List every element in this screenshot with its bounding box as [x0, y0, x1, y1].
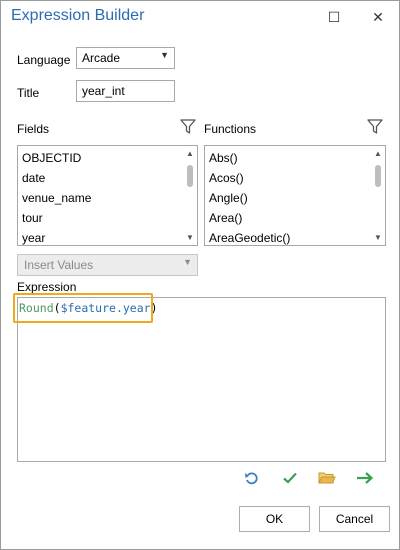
functions-list[interactable]: Abs() Acos() Angle() Area() AreaGeodetic…	[204, 145, 386, 246]
close-button[interactable]: ✕	[365, 5, 391, 29]
scroll-up-icon[interactable]: ▲	[372, 149, 384, 158]
fields-label: Fields	[17, 122, 50, 136]
functions-filter-icon[interactable]	[367, 119, 383, 135]
apply-button[interactable]	[354, 467, 376, 489]
apply-arrow-icon	[357, 472, 374, 484]
scroll-down-icon[interactable]: ▼	[372, 233, 384, 242]
chevron-down-icon: ▼	[183, 257, 192, 267]
scroll-thumb[interactable]	[375, 165, 381, 187]
verify-button[interactable]	[279, 467, 301, 489]
title-label: Title	[17, 86, 40, 100]
chevron-down-icon: ▼	[160, 50, 169, 60]
fields-scrollbar[interactable]: ▲ ▼	[184, 147, 196, 244]
language-dropdown[interactable]: Arcade ▼	[76, 47, 175, 69]
functions-scrollbar[interactable]: ▲ ▼	[372, 147, 384, 244]
ok-button[interactable]: OK	[239, 506, 310, 532]
list-item[interactable]: date	[18, 168, 197, 188]
open-folder-icon	[318, 472, 336, 484]
insert-values-dropdown[interactable]: Insert Values ▼	[17, 254, 198, 276]
undo-button[interactable]	[241, 467, 263, 489]
list-item[interactable]: tour	[18, 208, 197, 228]
maximize-button[interactable]: ☐	[321, 5, 347, 29]
close-icon: ✕	[372, 8, 384, 25]
insert-values-label: Insert Values	[24, 258, 94, 272]
expression-label: Expression	[17, 280, 77, 294]
language-value: Arcade	[82, 51, 121, 65]
cancel-button[interactable]: Cancel	[319, 506, 390, 532]
title-input[interactable]: year_int	[76, 80, 175, 102]
list-item[interactable]: Acos()	[205, 168, 385, 188]
scroll-down-icon[interactable]: ▼	[184, 233, 196, 242]
scroll-thumb[interactable]	[187, 165, 193, 187]
list-item[interactable]: venue_name	[18, 188, 197, 208]
undo-icon	[245, 472, 258, 485]
list-item[interactable]: Area()	[205, 208, 385, 228]
dialog-title: Expression Builder	[11, 7, 145, 24]
expression-highlight	[13, 293, 153, 323]
maximize-icon: ☐	[327, 8, 341, 25]
list-item[interactable]: Angle()	[205, 188, 385, 208]
list-item[interactable]: AreaGeodetic()	[205, 228, 385, 248]
language-label: Language	[17, 53, 71, 67]
functions-label: Functions	[204, 122, 257, 136]
fields-filter-icon[interactable]	[180, 119, 196, 135]
verify-icon	[283, 472, 297, 484]
list-item[interactable]: Abs()	[205, 148, 385, 168]
title-value: year_int	[82, 84, 125, 98]
list-item[interactable]: OBJECTID	[18, 148, 197, 168]
expression-builder-dialog: Expression Builder ☐ ✕ Language Arcade ▼…	[0, 0, 400, 550]
open-button[interactable]	[316, 467, 338, 489]
scroll-up-icon[interactable]: ▲	[184, 149, 196, 158]
fields-list[interactable]: OBJECTID date venue_name tour year ▲ ▼	[17, 145, 198, 246]
list-item[interactable]: year	[18, 228, 197, 248]
